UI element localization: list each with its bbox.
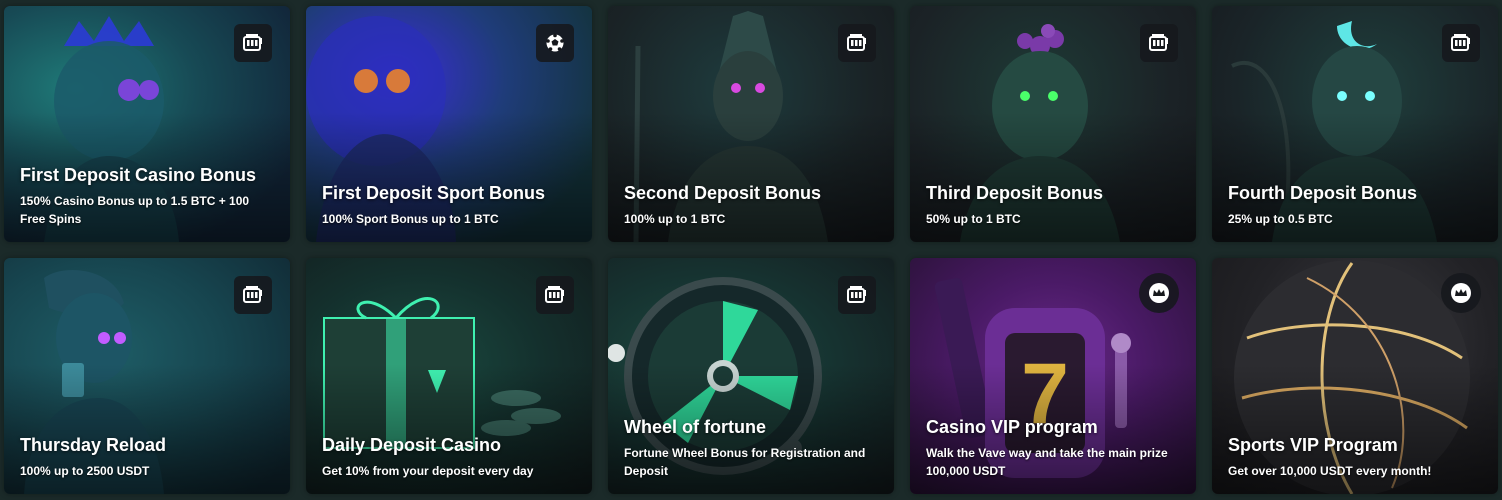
crown-icon (1451, 283, 1471, 303)
soccer-ball-icon (546, 33, 564, 52)
card-badge (838, 24, 876, 62)
card-title: Daily Deposit Casino (322, 435, 502, 455)
promotions-grid: First Deposit Casino Bonus 150% Casino B… (0, 0, 1502, 500)
slot-machine-icon (1451, 34, 1470, 51)
card-title: Fourth Deposit Bonus (1228, 183, 1417, 203)
slot-machine-icon (847, 286, 866, 303)
card-title: Sports VIP Program (1228, 435, 1398, 455)
card-description: 100% Sport Bonus up to 1 BTC (322, 212, 499, 226)
card-badge (234, 276, 272, 314)
slot-machine-icon (847, 34, 866, 51)
card-title: Third Deposit Bonus (926, 183, 1103, 203)
card-badge (1140, 24, 1178, 62)
card-description: 150% Casino Bonus up to 1.5 BTC + 100 Fr… (20, 194, 250, 226)
card-badge (536, 276, 574, 314)
slot-machine-icon (243, 286, 262, 303)
card-title: First Deposit Casino Bonus (20, 165, 257, 185)
card-description: Walk the Vave way and take the main priz… (926, 446, 1168, 478)
card-title: Thursday Reload (20, 435, 167, 455)
card-description: 25% up to 0.5 BTC (1228, 212, 1333, 226)
slot-machine-icon (545, 286, 564, 303)
promo-card-first-deposit-casino[interactable]: First Deposit Casino Bonus 150% Casino B… (4, 6, 290, 242)
crown-icon (1149, 283, 1169, 303)
promo-card-third-deposit[interactable]: Third Deposit Bonus 50% up to 1 BTC (910, 6, 1196, 242)
card-title: Second Deposit Bonus (624, 183, 822, 203)
card-badge (1139, 273, 1179, 313)
card-badge (234, 24, 272, 62)
promo-card-sports-vip[interactable]: Sports VIP Program Get over 10,000 USDT … (1212, 258, 1498, 494)
promo-card-fourth-deposit[interactable]: Fourth Deposit Bonus 25% up to 0.5 BTC (1212, 6, 1498, 242)
card-description: Get 10% from your deposit every day (322, 464, 534, 478)
promo-card-thursday-reload[interactable]: Thursday Reload 100% up to 2500 USDT (4, 258, 290, 494)
card-description: Get over 10,000 USDT every month! (1228, 464, 1432, 478)
card-description: 100% up to 1 BTC (624, 212, 726, 226)
promo-card-casino-vip[interactable]: 7 Casino VIP program Walk the Vave way a… (910, 258, 1196, 494)
promo-card-first-deposit-sport[interactable]: First Deposit Sport Bonus 100% Sport Bon… (306, 6, 592, 242)
promo-card-second-deposit[interactable]: Second Deposit Bonus 100% up to 1 BTC (608, 6, 894, 242)
card-badge (838, 276, 876, 314)
card-description: 50% up to 1 BTC (926, 212, 1021, 226)
card-badge (1441, 273, 1481, 313)
promo-card-daily-deposit[interactable]: Daily Deposit Casino Get 10% from your d… (306, 258, 592, 494)
slot-machine-icon (243, 34, 262, 51)
card-title: Casino VIP program (926, 417, 1098, 437)
card-badge (536, 24, 574, 62)
card-description: 100% up to 2500 USDT (20, 464, 150, 478)
card-description: Fortune Wheel Bonus for Registration and… (624, 446, 866, 478)
card-badge (1442, 24, 1480, 62)
card-title: First Deposit Sport Bonus (322, 183, 546, 203)
promo-card-wheel-of-fortune[interactable]: Wheel of fortune Fortune Wheel Bonus for… (608, 258, 894, 494)
slot-machine-icon (1149, 34, 1168, 51)
card-title: Wheel of fortune (624, 417, 766, 437)
